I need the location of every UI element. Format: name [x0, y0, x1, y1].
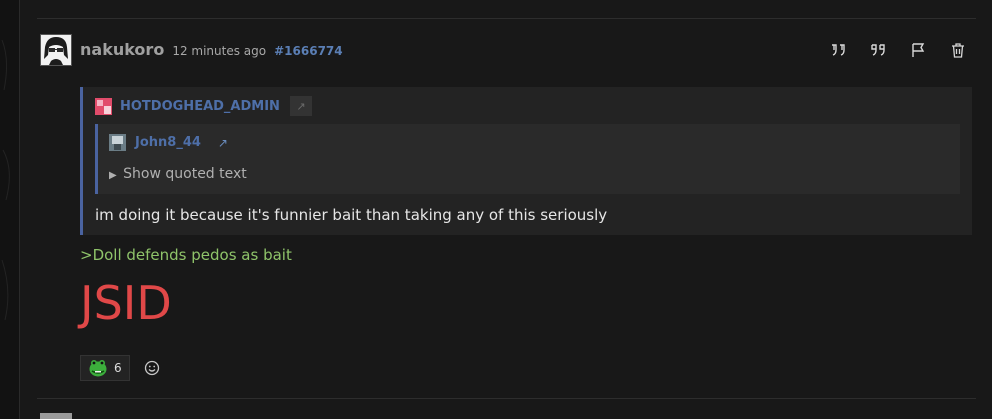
avatar-image [41, 35, 71, 65]
post-id-link[interactable]: #1666774 [274, 44, 343, 58]
reply-quote-button[interactable] [828, 40, 848, 60]
divider [37, 18, 976, 19]
next-post-avatar[interactable] [40, 413, 72, 419]
reactions-bar: 6 [80, 355, 162, 381]
quote-button[interactable] [868, 40, 888, 60]
nested-quote-header: John8_44 ↗ [109, 134, 228, 151]
flag-button[interactable] [908, 40, 928, 60]
reaction-pill[interactable]: 6 [80, 355, 130, 381]
reaction-count: 6 [114, 361, 122, 375]
quote-author-name[interactable]: HOTDOGHEAD_ADMIN [120, 99, 280, 114]
left-sidebar-strip [0, 0, 20, 419]
post-actions [828, 40, 968, 60]
add-reaction-button[interactable] [142, 358, 162, 378]
quote-text: im doing it because it's funnier bait th… [95, 206, 608, 224]
show-quoted-text-label: Show quoted text [123, 166, 247, 182]
nested-quote-block: John8_44 ↗ ▶ Show quoted text [95, 124, 960, 194]
reply-quote-icon [832, 44, 845, 56]
nested-quote-author-name[interactable]: John8_44 [135, 135, 201, 150]
post-header: nakukoro 12 minutes ago #1666774 [80, 40, 343, 60]
timestamp: 12 minutes ago [172, 44, 267, 58]
delete-button[interactable] [948, 40, 968, 60]
quote-block: HOTDOGHEAD_ADMIN ↗ John8_44 ↗ ▶ Show quo… [80, 87, 972, 235]
add-reaction-icon [144, 360, 159, 376]
trash-icon [952, 43, 964, 58]
expand-triangle-icon: ▶ [109, 170, 117, 181]
big-red-text: JSID [80, 276, 172, 330]
page: nakukoro 12 minutes ago #1666774 HOTDOGH… [0, 0, 992, 419]
quote-header: HOTDOGHEAD_ADMIN ↗ [95, 96, 312, 116]
frog-emoji-icon [89, 360, 107, 377]
background-decoration [1, 39, 10, 321]
show-quoted-text-toggle[interactable]: ▶ Show quoted text [109, 166, 247, 182]
greentext-line: >Doll defends pedos as bait [80, 246, 292, 264]
flag-icon [912, 43, 925, 57]
divider [37, 398, 976, 399]
quote-author-avatar-image [95, 97, 112, 115]
username[interactable]: nakukoro [80, 40, 164, 59]
avatar[interactable] [40, 34, 72, 66]
quote-icon [871, 44, 885, 56]
nested-quote-author-avatar[interactable] [109, 134, 126, 151]
nested-quote-link-button[interactable]: ↗ [218, 136, 228, 150]
quote-link-button[interactable]: ↗ [289, 96, 312, 116]
quote-author-avatar[interactable] [95, 97, 112, 115]
nested-quote-author-avatar-image [109, 134, 126, 151]
